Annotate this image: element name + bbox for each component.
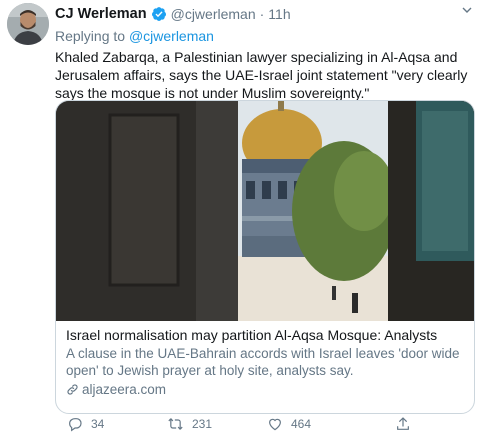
link-icon — [67, 384, 78, 395]
author-name[interactable]: CJ Werleman — [55, 6, 147, 22]
verified-badge-icon — [151, 6, 167, 22]
separator-dot: · — [259, 6, 265, 22]
share-button[interactable] — [395, 416, 419, 432]
share-icon — [397, 417, 409, 430]
author-avatar[interactable] — [7, 3, 49, 45]
replying-prefix: Replying to — [55, 28, 126, 44]
card-description: A clause in the UAE-Bahrain accords with… — [66, 346, 460, 378]
replying-handle-link[interactable]: @cjwerleman — [129, 28, 214, 44]
card-domain: aljazeera.com — [66, 382, 464, 397]
card-domain-text: aljazeera.com — [82, 382, 167, 397]
tweet-content: CJ Werleman @cjwerleman · 11h Replying t… — [55, 4, 475, 414]
like-button[interactable]: 464 — [267, 416, 311, 432]
card-body: Israel normalisation may partition Al-Aq… — [56, 321, 474, 397]
link-card[interactable]: Israel normalisation may partition Al-Aq… — [55, 100, 475, 414]
card-image — [56, 101, 474, 321]
retweet-count: 231 — [192, 417, 213, 431]
replying-to: Replying to @cjwerleman — [55, 28, 475, 46]
action-bar: 34 231 464 — [67, 416, 467, 434]
like-count: 464 — [291, 417, 312, 431]
tweet-text: Khaled Zabarqa, a Palestinian lawyer spe… — [55, 49, 468, 101]
tweet-timestamp[interactable]: 11h — [268, 6, 290, 22]
reply-button[interactable]: 34 — [67, 416, 104, 432]
like-icon — [269, 418, 281, 431]
reply-count: 34 — [91, 417, 105, 431]
tweet-header: CJ Werleman @cjwerleman · 11h — [55, 4, 475, 24]
caret-down-icon[interactable] — [461, 4, 473, 19]
author-handle[interactable]: @cjwerleman — [171, 6, 256, 22]
reply-icon — [69, 418, 82, 432]
card-title: Israel normalisation may partition Al-Aq… — [66, 327, 438, 343]
retweet-button[interactable]: 231 — [167, 416, 212, 432]
retweet-icon — [168, 418, 183, 430]
